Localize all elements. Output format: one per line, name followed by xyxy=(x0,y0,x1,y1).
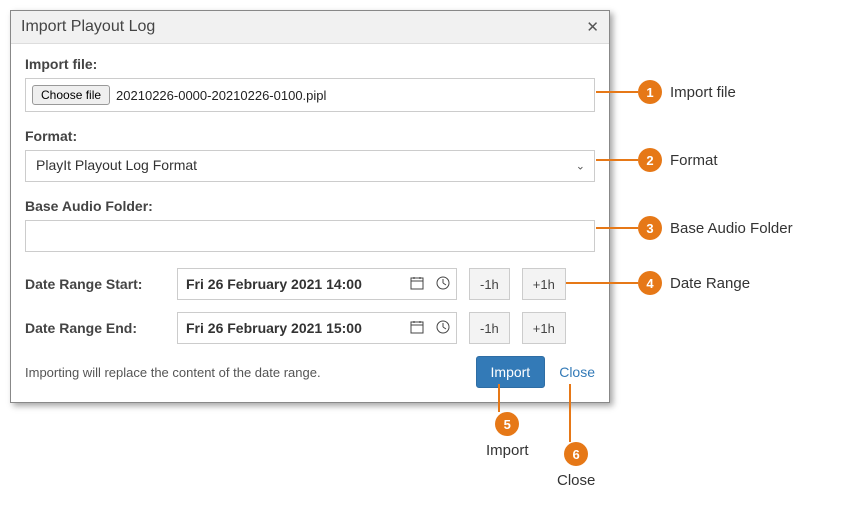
import-file-input-wrap[interactable]: Choose file 20210226-0000-20210226-0100.… xyxy=(25,78,595,112)
date-start-input[interactable] xyxy=(178,270,404,298)
annotation-label: Close xyxy=(557,472,595,489)
dialog-titlebar: Import Playout Log ✕ xyxy=(11,11,609,44)
annotation-1: 1 Import file xyxy=(596,80,736,104)
date-end-label: Date Range End: xyxy=(25,320,165,336)
date-start-input-wrap xyxy=(177,268,457,300)
annotation-label: Import file xyxy=(670,84,736,101)
date-start-plus-1h-button[interactable]: +1h xyxy=(522,268,566,300)
close-link[interactable]: Close xyxy=(559,364,595,380)
format-select-wrap: PlayIt Playout Log Format ⌄ xyxy=(25,150,595,182)
annotation-label: Format xyxy=(670,152,718,169)
date-end-minus-1h-button[interactable]: -1h xyxy=(469,312,510,344)
dialog-close-icon[interactable]: ✕ xyxy=(586,18,599,36)
annotation-label: Import xyxy=(486,442,529,459)
annotation-marker: 6 xyxy=(564,442,588,466)
import-file-group: Import file: Choose file 20210226-0000-2… xyxy=(25,56,595,112)
annotation-label: Base Audio Folder xyxy=(670,220,793,237)
format-value: PlayIt Playout Log Format xyxy=(36,157,197,173)
annotation-marker: 3 xyxy=(638,216,662,240)
base-audio-group: Base Audio Folder: xyxy=(25,198,595,252)
date-end-row: Date Range End: -1h +1h xyxy=(25,312,595,344)
date-end-plus-1h-button[interactable]: +1h xyxy=(522,312,566,344)
clock-icon[interactable] xyxy=(430,320,456,337)
format-select[interactable]: PlayIt Playout Log Format xyxy=(25,150,595,182)
annotation-marker: 5 xyxy=(495,412,519,436)
annotation-6: 6 Close xyxy=(557,442,595,489)
dialog-footer: Importing will replace the content of th… xyxy=(25,356,595,388)
date-start-label: Date Range Start: xyxy=(25,276,165,292)
annotation-label: Date Range xyxy=(670,275,750,292)
calendar-icon[interactable] xyxy=(404,320,430,337)
selected-file-name: 20210226-0000-20210226-0100.pipl xyxy=(116,88,326,103)
annotation-5: 5 Import xyxy=(486,412,529,459)
base-audio-input[interactable] xyxy=(25,220,595,252)
annotation-3: 3 Base Audio Folder xyxy=(596,216,793,240)
date-start-minus-1h-button[interactable]: -1h xyxy=(469,268,510,300)
import-playout-dialog: Import Playout Log ✕ Import file: Choose… xyxy=(10,10,610,403)
clock-icon[interactable] xyxy=(430,276,456,293)
dialog-body: Import file: Choose file 20210226-0000-2… xyxy=(11,44,609,402)
date-start-row: Date Range Start: -1h +1h xyxy=(25,268,595,300)
annotation-marker: 2 xyxy=(638,148,662,172)
date-end-input[interactable] xyxy=(178,314,404,342)
annotation-2: 2 Format xyxy=(596,148,718,172)
dialog-title: Import Playout Log xyxy=(21,18,155,36)
annotation-marker: 1 xyxy=(638,80,662,104)
import-button[interactable]: Import xyxy=(476,356,546,388)
import-file-label: Import file: xyxy=(25,56,595,72)
format-label: Format: xyxy=(25,128,595,144)
calendar-icon[interactable] xyxy=(404,276,430,293)
footer-actions: Import Close xyxy=(476,356,595,388)
replace-note: Importing will replace the content of th… xyxy=(25,365,321,380)
annotation-marker: 4 xyxy=(638,271,662,295)
date-end-input-wrap xyxy=(177,312,457,344)
choose-file-button[interactable]: Choose file xyxy=(32,85,110,105)
base-audio-label: Base Audio Folder: xyxy=(25,198,595,214)
format-group: Format: PlayIt Playout Log Format ⌄ xyxy=(25,128,595,182)
